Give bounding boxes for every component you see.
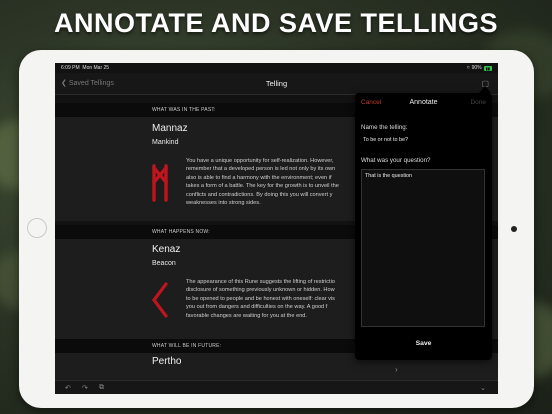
- name-label: Name the telling:: [361, 124, 408, 131]
- rune-meaning: Mankind: [152, 139, 179, 146]
- keyboard-toolbar: ↶ ↷ ⧉ ⌄: [55, 380, 498, 394]
- mannaz-rune-icon: [152, 164, 168, 202]
- camera-dot: [511, 226, 517, 232]
- popover-arrow: [479, 86, 491, 93]
- kenaz-rune-icon: [152, 282, 168, 318]
- rune-meaning: Beacon: [152, 260, 176, 267]
- rune-description: You have a unique opportunity for self-r…: [186, 158, 339, 207]
- chevron-right-icon: ›: [395, 365, 398, 374]
- rune-name: Kenaz: [152, 244, 181, 255]
- rune-name: Pertho: [152, 356, 182, 367]
- annotate-popover: Cancel Annotate Done Name the telling: T…: [355, 93, 492, 360]
- redo-icon[interactable]: ↷: [82, 384, 88, 392]
- save-button[interactable]: Save: [355, 340, 492, 347]
- wifi-icon: ≈: [466, 65, 470, 71]
- home-button: [27, 218, 47, 238]
- rune-name: Mannaz: [152, 123, 188, 134]
- nav-title: Telling: [265, 79, 288, 88]
- headline: ANNOTATE AND SAVE TELLINGS: [54, 8, 498, 38]
- status-date: Mon Mar 25: [82, 65, 110, 71]
- question-label: What was your question?: [361, 157, 431, 164]
- battery-icon: ▮▮: [483, 65, 492, 71]
- question-textarea[interactable]: That is the question: [361, 169, 485, 327]
- rune-description: The appearance of this Rune suggests the…: [186, 279, 335, 319]
- nav-bar: ❮ Saved Tellings Telling ▢: [55, 73, 498, 95]
- status-time: 6:09 PM: [61, 65, 80, 71]
- name-input[interactable]: To be or not to be?: [361, 135, 484, 147]
- paste-icon[interactable]: ⧉: [99, 384, 104, 392]
- status-bar: 6:09 PM Mon Mar 25 ≈ 90% ▮▮: [55, 63, 498, 73]
- done-button[interactable]: Done: [470, 99, 486, 106]
- chevron-down-icon[interactable]: ⌄: [480, 384, 486, 392]
- undo-icon[interactable]: ↶: [65, 384, 71, 392]
- battery-percent: 90%: [471, 65, 482, 71]
